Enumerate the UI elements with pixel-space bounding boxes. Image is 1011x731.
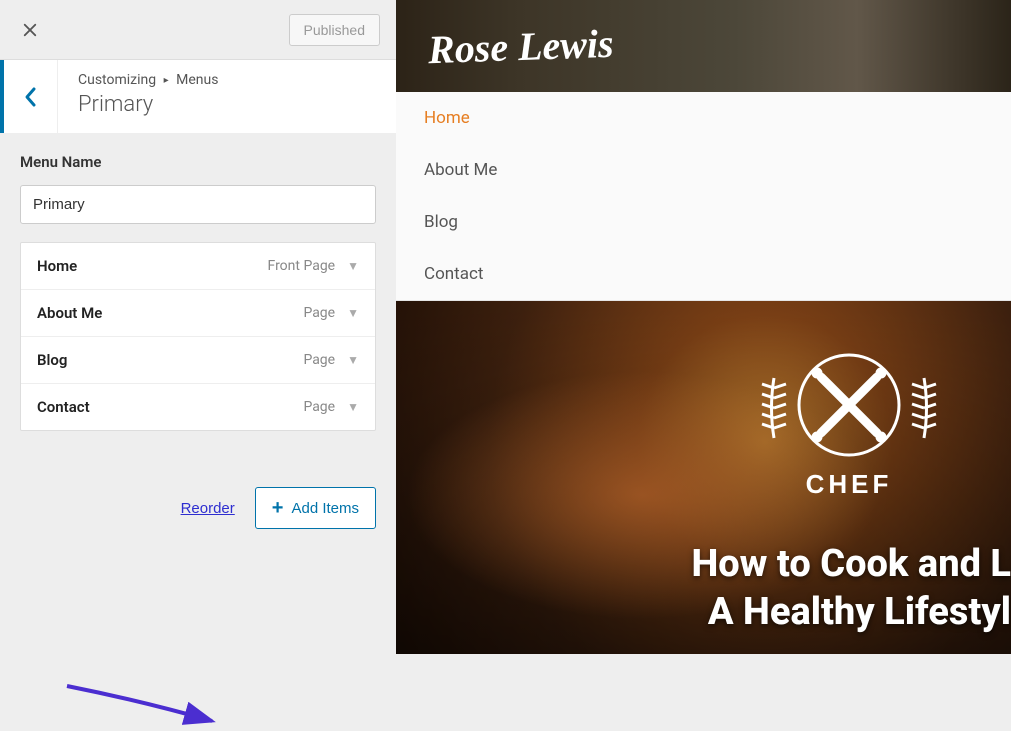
- menu-name-label: Menu Name: [20, 153, 376, 171]
- menu-item-home[interactable]: Home Front Page ▼: [21, 243, 375, 290]
- chevron-left-icon: [24, 86, 38, 108]
- triangle-down-icon: ▼: [347, 353, 359, 367]
- reorder-button[interactable]: Reorder: [181, 500, 235, 517]
- menu-item-type: Page: [303, 352, 335, 368]
- menu-item-type: Page: [303, 399, 335, 415]
- menu-item-label: Contact: [37, 398, 303, 416]
- hero-line-2: A Healthy Lifestyl: [692, 589, 1011, 637]
- menu-item-type: Front Page: [268, 258, 336, 274]
- hero-line-1: How to Cook and L: [692, 541, 1011, 589]
- breadcrumb-separator-icon: ▸: [164, 75, 169, 86]
- plus-icon: +: [272, 498, 284, 518]
- close-button[interactable]: [0, 0, 60, 60]
- annotation-arrow-icon: [62, 681, 222, 731]
- panel-body: Menu Name Home Front Page ▼ About Me Pag…: [0, 133, 396, 663]
- menu-item-label: Blog: [37, 351, 303, 369]
- customizer-topbar: Published: [0, 0, 396, 60]
- publish-status-button[interactable]: Published: [289, 14, 381, 46]
- menu-item-label: Home: [37, 257, 268, 275]
- site-preview: Rose Lewis Home About Me Blog Contact: [396, 0, 1011, 663]
- add-items-label: Add Items: [291, 500, 359, 517]
- breadcrumb: Customizing ▸ Menus: [78, 72, 218, 88]
- feature-titles: How to Cook and L A Healthy Lifestyl: [692, 541, 1011, 636]
- triangle-down-icon: ▼: [347, 259, 359, 273]
- menu-name-input[interactable]: [20, 185, 376, 224]
- site-nav: Home About Me Blog Contact: [396, 92, 1011, 301]
- close-icon: [21, 21, 39, 39]
- menu-item-type: Page: [303, 305, 335, 321]
- site-name: Rose Lewis: [427, 19, 614, 72]
- breadcrumb-root: Customizing: [78, 72, 156, 88]
- chef-badge: CHEF: [739, 313, 959, 533]
- section-header: Customizing ▸ Menus Primary: [0, 60, 396, 133]
- triangle-down-icon: ▼: [347, 400, 359, 414]
- customizer-panel: Published Customizing ▸ Menus Primary Me…: [0, 0, 396, 663]
- menu-item-label: About Me: [37, 304, 303, 322]
- header-titles: Customizing ▸ Menus Primary: [58, 60, 238, 133]
- app-root: Published Customizing ▸ Menus Primary Me…: [0, 0, 1011, 663]
- nav-link-blog[interactable]: Blog: [396, 196, 1011, 248]
- badge-text: CHEF: [806, 469, 893, 499]
- feature-hero: CHEF How to Cook and L A Healthy Lifesty…: [396, 301, 1011, 654]
- menu-item-contact[interactable]: Contact Page ▼: [21, 384, 375, 430]
- menu-item-blog[interactable]: Blog Page ▼: [21, 337, 375, 384]
- menu-item-about[interactable]: About Me Page ▼: [21, 290, 375, 337]
- menu-items-list: Home Front Page ▼ About Me Page ▼ Blog P…: [20, 242, 376, 431]
- site-header: Rose Lewis: [396, 0, 1011, 92]
- breadcrumb-section: Menus: [176, 72, 218, 88]
- menu-actions: Reorder + Add Items: [20, 487, 376, 529]
- nav-link-about[interactable]: About Me: [396, 144, 1011, 196]
- add-items-button[interactable]: + Add Items: [255, 487, 376, 529]
- section-title: Primary: [78, 92, 218, 117]
- back-button[interactable]: [4, 60, 58, 133]
- triangle-down-icon: ▼: [347, 306, 359, 320]
- nav-link-home[interactable]: Home: [396, 92, 1011, 144]
- nav-link-contact[interactable]: Contact: [396, 248, 1011, 300]
